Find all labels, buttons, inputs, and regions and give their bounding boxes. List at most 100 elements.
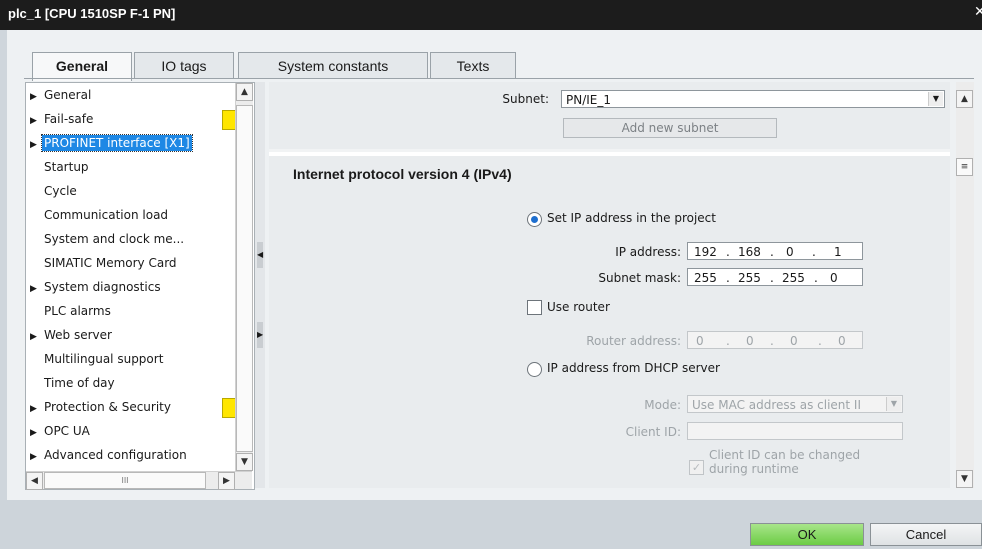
tree-item-label: System and clock me... <box>44 232 185 246</box>
tree-item-label: Time of day <box>44 376 115 390</box>
tree-item-label: Multilingual support <box>44 352 164 366</box>
scroll-right-icon[interactable]: ▶ <box>218 472 235 490</box>
tree-item-label: Startup <box>44 160 89 174</box>
client-id-change-line1: Client ID can be changed <box>709 448 861 462</box>
tree-item[interactable]: Cycle <box>28 181 236 201</box>
tab-general[interactable]: General <box>32 52 132 81</box>
expand-arrow-icon[interactable]: ▶ <box>28 87 42 107</box>
ip-address-input[interactable]: 192 . 168 . 0 . 1 <box>687 242 863 260</box>
tree-item[interactable]: ▶ PROFINET interface [X1] <box>28 133 236 153</box>
dhcp-radio[interactable] <box>527 362 542 377</box>
set-ip-radio[interactable] <box>527 212 542 227</box>
mask-octet: 255 <box>738 271 761 285</box>
tree-item[interactable]: SIMATIC Memory Card <box>28 253 236 273</box>
subnet-mask-input[interactable]: 255 . 255 . 255 . 0 <box>687 268 863 286</box>
client-id-input[interactable] <box>687 422 903 440</box>
scroll-left-icon[interactable]: ◀ <box>26 472 43 490</box>
tree-item[interactable]: Communication load <box>28 205 236 225</box>
tree-horizontal-scrollbar[interactable]: ◀ III ▶ <box>26 471 252 490</box>
expand-arrow-icon[interactable]: ▶ <box>28 327 42 347</box>
collapse-left-icon[interactable]: ◀ <box>257 242 263 268</box>
client-id-change-line2: during runtime <box>709 462 799 476</box>
subnet-section: Subnet: PN/IE_1 ▼ Add new subnet <box>269 82 950 149</box>
tree-item[interactable]: ▶ Advanced configuration <box>28 445 236 465</box>
expand-arrow-icon[interactable]: ▶ <box>28 399 42 419</box>
router-octet: 0 <box>790 334 798 348</box>
mask-octet: 255 <box>694 271 717 285</box>
router-octet: 0 <box>838 334 846 348</box>
ip-dot: . <box>726 271 730 285</box>
ip-address-label: IP address: <box>615 245 681 259</box>
scroll-up-icon[interactable]: ▲ <box>956 90 973 108</box>
mode-select[interactable]: Use MAC address as client II ▼ <box>687 395 903 413</box>
mode-value: Use MAC address as client II <box>692 398 862 412</box>
chevron-down-icon[interactable]: ▼ <box>928 92 943 106</box>
subnet-label: Subnet: <box>502 92 549 106</box>
tree-item-label: SIMATIC Memory Card <box>44 256 177 270</box>
subnet-select[interactable]: PN/IE_1 ▼ <box>561 90 945 108</box>
expand-arrow-icon[interactable]: ▶ <box>28 279 42 299</box>
tab-texts[interactable]: Texts <box>430 52 516 79</box>
scroll-down-icon[interactable]: ▼ <box>236 453 253 471</box>
tab-divider <box>24 78 974 79</box>
title-bar: plc_1 [CPU 1510SP F-1 PN] ✕ <box>0 0 982 30</box>
ip-octet: 192 <box>694 245 717 259</box>
ipv4-section: Internet protocol version 4 (IPv4) Set I… <box>269 152 950 488</box>
mask-octet: 0 <box>830 271 838 285</box>
use-router-label: Use router <box>547 300 610 314</box>
scroll-down-icon[interactable]: ▼ <box>956 470 973 488</box>
tree-item-label: Web server <box>44 328 112 342</box>
expand-right-icon[interactable]: ▶ <box>257 322 263 348</box>
ok-button[interactable]: OK <box>750 523 864 546</box>
router-address-label: Router address: <box>586 334 681 348</box>
ip-octet: 0 <box>786 245 794 259</box>
tree-item[interactable]: ▶ General <box>28 85 236 105</box>
tree-item[interactable]: ▶ Fail-safe <box>28 109 236 129</box>
client-id-change-checkbox[interactable]: ✓ <box>689 460 704 475</box>
dhcp-label: IP address from DHCP server <box>547 361 720 375</box>
panel-splitter[interactable]: ◀ ▶ <box>255 82 265 488</box>
tree-item[interactable]: ▶ OPC UA <box>28 421 236 441</box>
tree-item[interactable]: System and clock me... <box>28 229 236 249</box>
chevron-down-icon[interactable]: ▼ <box>886 397 901 411</box>
cancel-button[interactable]: Cancel <box>870 523 982 546</box>
ip-dot: . <box>770 334 774 348</box>
ip-dot: . <box>812 245 816 259</box>
tree-item-label: System diagnostics <box>44 280 161 294</box>
expand-arrow-icon[interactable]: ▶ <box>28 447 42 467</box>
tree-item[interactable]: ▶ Web server <box>28 325 236 345</box>
expand-arrow-icon[interactable]: ▶ <box>28 423 42 443</box>
tab-system-constants[interactable]: System constants <box>238 52 428 79</box>
scroll-thumb[interactable] <box>236 105 253 452</box>
hscroll-thumb[interactable]: III <box>44 472 206 489</box>
mode-label: Mode: <box>644 398 681 412</box>
subnet-mask-label: Subnet mask: <box>598 271 681 285</box>
tree-item[interactable]: Startup <box>28 157 236 177</box>
ipv4-title: Internet protocol version 4 (IPv4) <box>293 166 512 182</box>
expand-arrow-icon[interactable]: ▶ <box>28 135 42 155</box>
tab-io-tags[interactable]: IO tags <box>134 52 234 79</box>
tree-item[interactable]: Multilingual support <box>28 349 236 369</box>
status-badge <box>222 398 236 418</box>
tree-item-label: Protection & Security <box>44 400 171 414</box>
scroll-grip-icon[interactable]: ≡ <box>956 158 973 176</box>
tree-item-label: OPC UA <box>44 424 90 438</box>
tree-item[interactable]: PLC alarms <box>28 301 236 321</box>
panel-vertical-scrollbar[interactable]: ▲ ≡ ▼ <box>956 82 974 488</box>
use-router-checkbox[interactable] <box>527 300 542 315</box>
client-id-change-label: Client ID can be changed during runtime <box>709 448 860 476</box>
navigation-tree: ▶ General ▶ Fail-safe ▶ PROFINET interface [X… <box>25 82 255 490</box>
router-address-input[interactable]: 0 . 0 . 0 . 0 <box>687 331 863 349</box>
mask-octet: 255 <box>782 271 805 285</box>
tree-vertical-scrollbar[interactable]: ▲ ▼ <box>235 83 253 471</box>
tree-item[interactable]: ▶ Protection & Security <box>28 397 236 417</box>
expand-arrow-icon[interactable]: ▶ <box>28 111 42 131</box>
tree-item[interactable]: Time of day <box>28 373 236 393</box>
tree-item-label: Communication load <box>44 208 169 222</box>
ip-octet: 168 <box>738 245 761 259</box>
tree-item-label: PROFINET interface [X1] <box>41 134 193 152</box>
add-new-subnet-button[interactable]: Add new subnet <box>563 118 777 138</box>
scroll-up-icon[interactable]: ▲ <box>236 83 253 101</box>
close-icon[interactable]: ✕ <box>974 4 982 26</box>
tree-item[interactable]: ▶ System diagnostics <box>28 277 236 297</box>
